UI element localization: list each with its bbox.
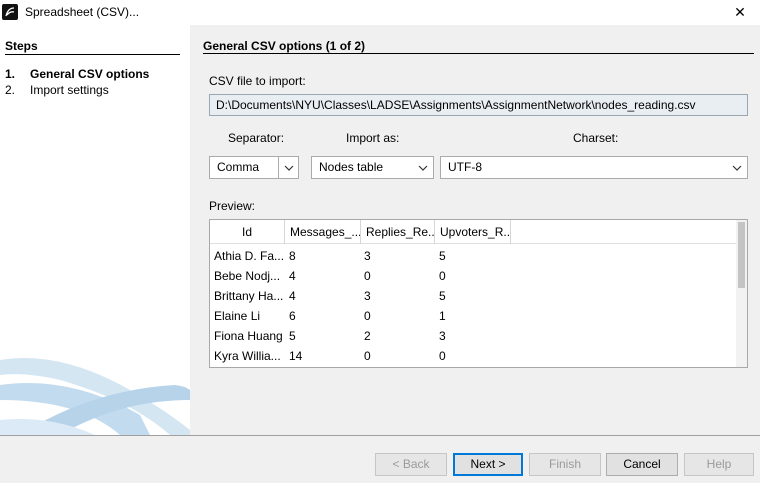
preview-vertical-scrollbar[interactable] xyxy=(736,220,747,367)
footer-divider xyxy=(0,435,760,436)
back-button[interactable]: < Back xyxy=(375,453,447,476)
preview-label: Preview: xyxy=(209,199,256,213)
table-cell: 3 xyxy=(439,329,446,343)
table-cell: 5 xyxy=(439,249,446,263)
chevron-down-icon[interactable] xyxy=(727,157,747,178)
separator-value: Comma xyxy=(217,160,260,174)
step-item-general-csv-options: 1. General CSV options xyxy=(5,67,149,81)
table-cell: 0 xyxy=(364,309,371,323)
table-cell: 0 xyxy=(439,349,446,363)
table-cell: 6 xyxy=(289,309,296,323)
table-cell: 8 xyxy=(289,249,296,263)
table-cell: 0 xyxy=(439,269,446,283)
csv-file-path-field[interactable]: D:\Documents\NYU\Classes\LADSE\Assignmen… xyxy=(209,94,748,116)
app-icon xyxy=(2,4,18,20)
chevron-down-icon[interactable] xyxy=(278,157,298,178)
table-header: Id Messages_... Replies_Re... Upvoters_R… xyxy=(210,220,738,244)
cancel-button[interactable]: Cancel xyxy=(606,453,678,476)
table-row: Elaine Li 6 0 1 xyxy=(210,306,738,326)
preview-table[interactable]: Id Messages_... Replies_Re... Upvoters_R… xyxy=(209,219,748,368)
table-cell: 0 xyxy=(364,269,371,283)
step-item-import-settings: 2. Import settings xyxy=(5,83,109,97)
column-header-upvoters[interactable]: Upvoters_R... xyxy=(435,220,511,244)
close-icon: ✕ xyxy=(734,4,746,20)
column-header-messages[interactable]: Messages_... xyxy=(285,220,361,244)
table-cell: Athia D. Fa... xyxy=(214,249,284,263)
table-row: Fiona Huang 5 2 3 xyxy=(210,326,738,346)
step-label: General CSV options xyxy=(30,67,150,81)
table-row: Kyra Willia... 14 0 0 xyxy=(210,346,738,366)
column-header-replies[interactable]: Replies_Re... xyxy=(361,220,435,244)
table-cell: Bebe Nodj... xyxy=(214,269,281,283)
table-cell: Elaine Li xyxy=(214,309,261,323)
table-cell: 5 xyxy=(439,289,446,303)
next-button[interactable]: Next > xyxy=(453,453,523,476)
window-title: Spreadsheet (CSV)... xyxy=(25,5,140,19)
title-bar: Spreadsheet (CSV)... ✕ xyxy=(0,0,760,25)
column-header-id[interactable]: Id xyxy=(210,220,285,244)
table-row: Bebe Nodj... 4 0 0 xyxy=(210,266,738,286)
table-cell: 2 xyxy=(364,329,371,343)
step-label: Import settings xyxy=(30,83,109,97)
charset-label: Charset: xyxy=(573,131,619,145)
page-title: General CSV options (1 of 2) xyxy=(203,39,366,53)
separator-label: Separator: xyxy=(228,131,285,145)
csv-file-label: CSV file to import: xyxy=(209,74,306,88)
import-as-value: Nodes table xyxy=(319,160,384,174)
import-as-label: Import as: xyxy=(346,131,400,145)
table-cell: 0 xyxy=(364,349,371,363)
finish-button[interactable]: Finish xyxy=(529,453,601,476)
table-cell: 4 xyxy=(289,289,296,303)
steps-header: Steps xyxy=(5,39,38,53)
step-number: 1. xyxy=(5,67,16,81)
steps-divider xyxy=(5,54,180,55)
help-button[interactable]: Help xyxy=(684,453,754,476)
header-divider xyxy=(203,53,754,54)
table-cell: 3 xyxy=(364,249,371,263)
table-cell: Brittany Ha... xyxy=(214,289,284,303)
table-cell: Kyra Willia... xyxy=(214,349,281,363)
table-cell: 3 xyxy=(364,289,371,303)
close-button[interactable]: ✕ xyxy=(726,0,754,25)
step-number: 2. xyxy=(5,83,16,97)
table-cell: Fiona Huang xyxy=(214,329,283,343)
table-row: Brittany Ha... 4 3 5 xyxy=(210,286,738,306)
import-as-dropdown[interactable]: Nodes table xyxy=(311,156,434,179)
separator-dropdown[interactable]: Comma xyxy=(209,156,299,179)
table-row: Athia D. Fa... 8 3 5 xyxy=(210,246,738,266)
table-cell: 1 xyxy=(439,309,446,323)
decorative-swoosh-graphic xyxy=(0,358,190,435)
charset-value: UTF-8 xyxy=(448,160,482,174)
chevron-down-icon[interactable] xyxy=(413,157,433,178)
scrollbar-thumb[interactable] xyxy=(738,222,745,288)
table-cell: 5 xyxy=(289,329,296,343)
steps-panel: Steps 1. General CSV options 2. Import s… xyxy=(0,25,190,435)
table-cell: 4 xyxy=(289,269,296,283)
table-cell: 14 xyxy=(289,349,303,363)
charset-dropdown[interactable]: UTF-8 xyxy=(440,156,748,179)
